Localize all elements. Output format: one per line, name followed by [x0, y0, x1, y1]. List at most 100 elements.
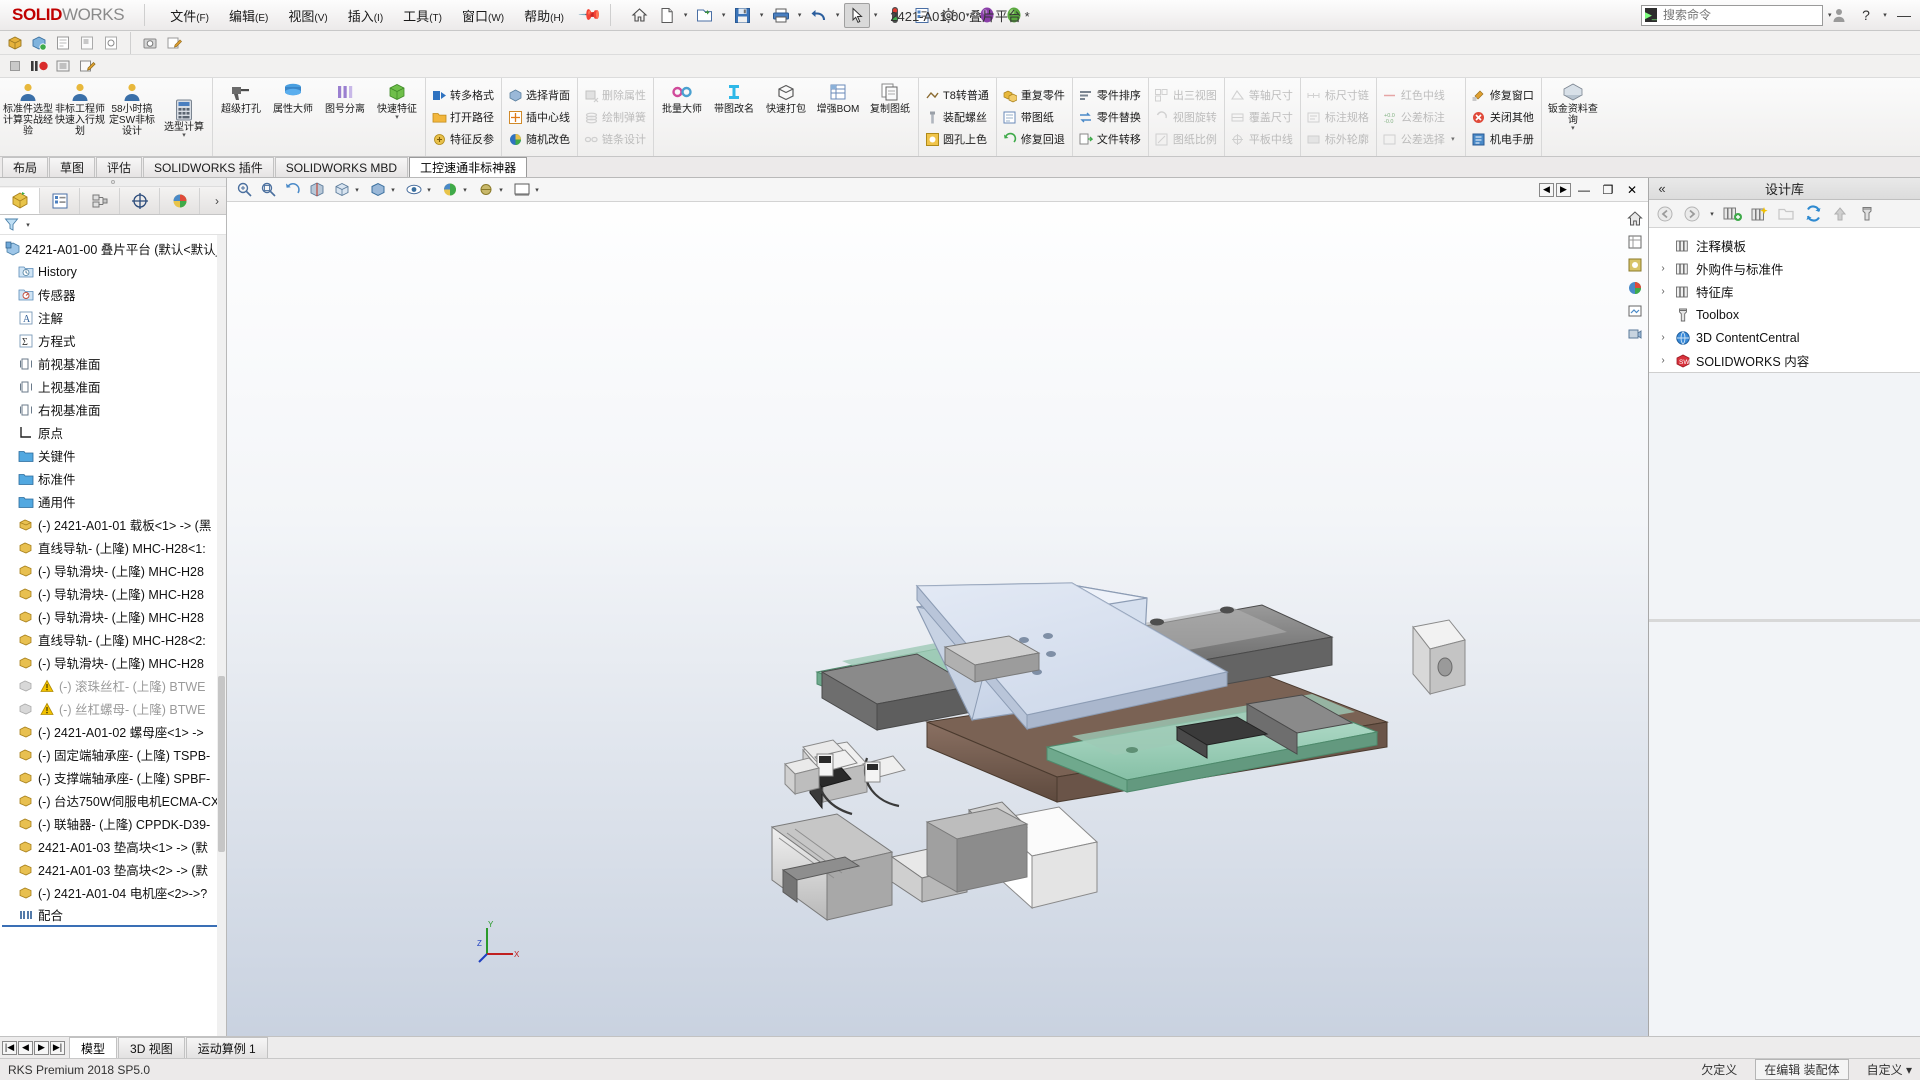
feature-manager-more-button[interactable]: ›	[208, 194, 226, 208]
ribbon-btn-open-path[interactable]: 打开路径	[429, 106, 498, 128]
tab-nav-next[interactable]: ▶	[34, 1040, 49, 1055]
collapse-panel-button[interactable]: «	[1649, 181, 1675, 196]
feature-tree-scrollbar[interactable]	[217, 235, 226, 1036]
tree-row-spacer-1[interactable]: 2421-A01-03 垫高块<1> -> (默	[2, 835, 226, 858]
zoom-to-fit-button[interactable]	[233, 179, 256, 200]
scene-caret[interactable]: ▾	[460, 186, 470, 194]
viewport-next-button[interactable]: ▶	[1556, 182, 1571, 197]
tree-row-nutseat[interactable]: (-) 2421-A01-02 螺母座<1> ->	[2, 720, 226, 743]
menu-tools[interactable]: 工具(T)	[394, 2, 451, 29]
command-search-box[interactable]: ▶_ ▾	[1641, 4, 1831, 26]
ribbon-btn-t8-convert[interactable]: T8转普通	[922, 84, 993, 106]
new-document-caret[interactable]: ▾	[681, 11, 691, 19]
ribbon-btn-file-move[interactable]: 文件转移	[1076, 128, 1145, 150]
print-preview-button[interactable]	[100, 33, 122, 53]
ribbon-btn-iso-dim[interactable]: 等轴尺寸	[1228, 84, 1297, 106]
lights-cameras-button[interactable]	[1624, 323, 1646, 345]
tab-solidworks-addins[interactable]: SOLIDWORKS 插件	[143, 157, 274, 177]
tree-row-origin[interactable]: 原点	[2, 421, 226, 444]
ribbon-btn-draw-spring[interactable]: 绘制弹簧	[581, 106, 650, 128]
status-customize[interactable]: 自定义 ▾	[1867, 1061, 1912, 1078]
menu-help[interactable]: 帮助(H)	[515, 2, 573, 29]
ribbon-btn-copy-drawing[interactable]: 复制图纸	[864, 78, 916, 156]
chevron-right-icon-3[interactable]: ›	[1657, 332, 1669, 343]
ribbon-btn-nonstandard-engineer[interactable]: 非标工程师快速入行规划	[54, 78, 106, 156]
ribbon-btn-select-back-face[interactable]: 选择背面	[505, 84, 574, 106]
ribbon-btn-super-hole[interactable]: 超级打孔	[215, 78, 267, 156]
ribbon-btn-three-view[interactable]: 出三视图	[1152, 84, 1221, 106]
scrollbar-thumb[interactable]	[218, 675, 225, 852]
ribbon-btn-repair-window[interactable]: 修复窗口	[1469, 84, 1538, 106]
history-dropdown-caret[interactable]: ▾	[1707, 210, 1717, 218]
ribbon-btn-replace-part[interactable]: 零件替换	[1076, 106, 1145, 128]
ribbon-btn-quick-feature[interactable]: 快速特征 ▾	[371, 78, 423, 156]
menu-insert[interactable]: 插入(I)	[339, 2, 392, 29]
tree-row-key-parts[interactable]: 关键件	[2, 444, 226, 467]
decals-button[interactable]	[1624, 300, 1646, 322]
ribbon-btn-insert-centerline[interactable]: 插中心线	[505, 106, 574, 128]
tree-row-slider-1[interactable]: (-) 导轨滑块- (上隆) MHC-H28	[2, 559, 226, 582]
edit-annotate-button[interactable]	[163, 33, 185, 53]
ribbon-btn-tolerance-annot[interactable]: +0.0 -0.0 公差标注	[1380, 106, 1462, 128]
tree-row-sensors[interactable]: 传感器	[2, 283, 226, 306]
tree-row-ballscrew[interactable]: (-) 滚珠丝杠- (上隆) BTWE	[2, 674, 226, 697]
ribbon-btn-feature-ref[interactable]: 特征反参	[429, 128, 498, 150]
menu-window[interactable]: 窗口(W)	[453, 2, 513, 29]
view-settings-caret[interactable]: ▾	[496, 186, 506, 194]
ribbon-btn-assembly-screw[interactable]: 装配螺丝	[922, 106, 993, 128]
ribbon-btn-drawing-scale[interactable]: 图纸比例	[1152, 128, 1221, 150]
ribbon-btn-chain-design[interactable]: 链条设计	[581, 128, 650, 150]
design-library-splitter[interactable]	[1649, 619, 1920, 622]
options-button[interactable]	[936, 3, 962, 28]
view-home-button[interactable]	[1624, 208, 1646, 230]
library-item-annotation-template[interactable]: 注释模板	[1649, 234, 1920, 257]
tree-row-standard-parts[interactable]: 标准件	[2, 467, 226, 490]
ribbon-btn-override-dim[interactable]: 覆盖尺寸	[1228, 106, 1297, 128]
bottom-tab-3dviews[interactable]: 3D 视图	[118, 1037, 185, 1058]
tolerance-select-caret[interactable]: ▾	[1448, 135, 1458, 143]
ribbon-btn-58hours-sw[interactable]: 58小时搞定SW非标设计	[106, 78, 158, 156]
tree-row-fixed-bearing[interactable]: (-) 固定端轴承座- (上隆) TSPB-	[2, 743, 226, 766]
search-input[interactable]	[1660, 7, 1820, 23]
tab-nav-last[interactable]: ▶|	[50, 1040, 65, 1055]
tree-row-equations[interactable]: Σ 方程式	[2, 329, 226, 352]
ribbon-btn-rename-with-drawing[interactable]: 带图改名	[708, 78, 760, 156]
make-assembly-button[interactable]	[76, 33, 98, 53]
display-manager-tab[interactable]	[160, 187, 200, 214]
dimxpert-tab[interactable]	[120, 187, 160, 214]
tab-sketch[interactable]: 草图	[49, 157, 96, 177]
pin-icon[interactable]: 📌	[577, 2, 603, 28]
search-caret[interactable]: ▾	[1828, 11, 1832, 19]
toolbox-button[interactable]	[1855, 202, 1879, 226]
ribbon-btn-with-drawing[interactable]: 带图纸	[1000, 106, 1069, 128]
rebuild-button[interactable]	[882, 3, 908, 28]
new-assembly-button[interactable]	[28, 33, 50, 53]
tab-industrial-control-tools[interactable]: 工控速通非标神器	[409, 157, 528, 177]
ribbon-btn-selection-calc[interactable]: 选型计算 ▾	[158, 78, 210, 156]
ribbon-btn-delete-property[interactable]: 删除属性	[581, 84, 650, 106]
print-caret[interactable]: ▾	[795, 11, 805, 19]
help-button[interactable]: ?	[1856, 7, 1876, 23]
tree-row-coupler[interactable]: (-) 联轴器- (上隆) CPPDK-D39-	[2, 812, 226, 835]
zoom-to-area-button[interactable]	[257, 179, 280, 200]
tree-row-servo-motor[interactable]: (-) 台达750W伺服电机ECMA-CX	[2, 789, 226, 812]
library-item-solidworks-content[interactable]: › SW SOLIDWORKS 内容	[1649, 349, 1920, 372]
sheet-metal-caret[interactable]: ▾	[1571, 125, 1575, 132]
tree-row-mates[interactable]: 配合	[2, 904, 226, 927]
open-button[interactable]	[692, 3, 718, 28]
library-item-toolbox[interactable]: Toolbox	[1649, 303, 1920, 326]
ribbon-btn-random-color[interactable]: 随机改色	[505, 128, 574, 150]
tree-row-slider-4[interactable]: (-) 导轨滑块- (上隆) MHC-H28	[2, 651, 226, 674]
ribbon-btn-spec-annot[interactable]: 标注规格	[1304, 106, 1373, 128]
viewport-close-button[interactable]: ✕	[1621, 179, 1643, 200]
select-button[interactable]	[843, 2, 870, 28]
home-button[interactable]	[627, 3, 653, 28]
library-item-purchased-standard[interactable]: › 外购件与标准件	[1649, 257, 1920, 280]
tab-nav-first[interactable]: |◀	[2, 1040, 17, 1055]
annotate-capture-button[interactable]	[76, 56, 98, 76]
tree-row-part-baseplate[interactable]: (-) 2421-A01-01 载板<1> -> (黑	[2, 513, 226, 536]
chevron-right-icon-4[interactable]: ›	[1657, 355, 1669, 366]
snapshot-button[interactable]	[139, 33, 161, 53]
open-caret[interactable]: ▾	[719, 11, 729, 19]
ribbon-btn-dim-chain[interactable]: 标尺寸链	[1304, 84, 1373, 106]
